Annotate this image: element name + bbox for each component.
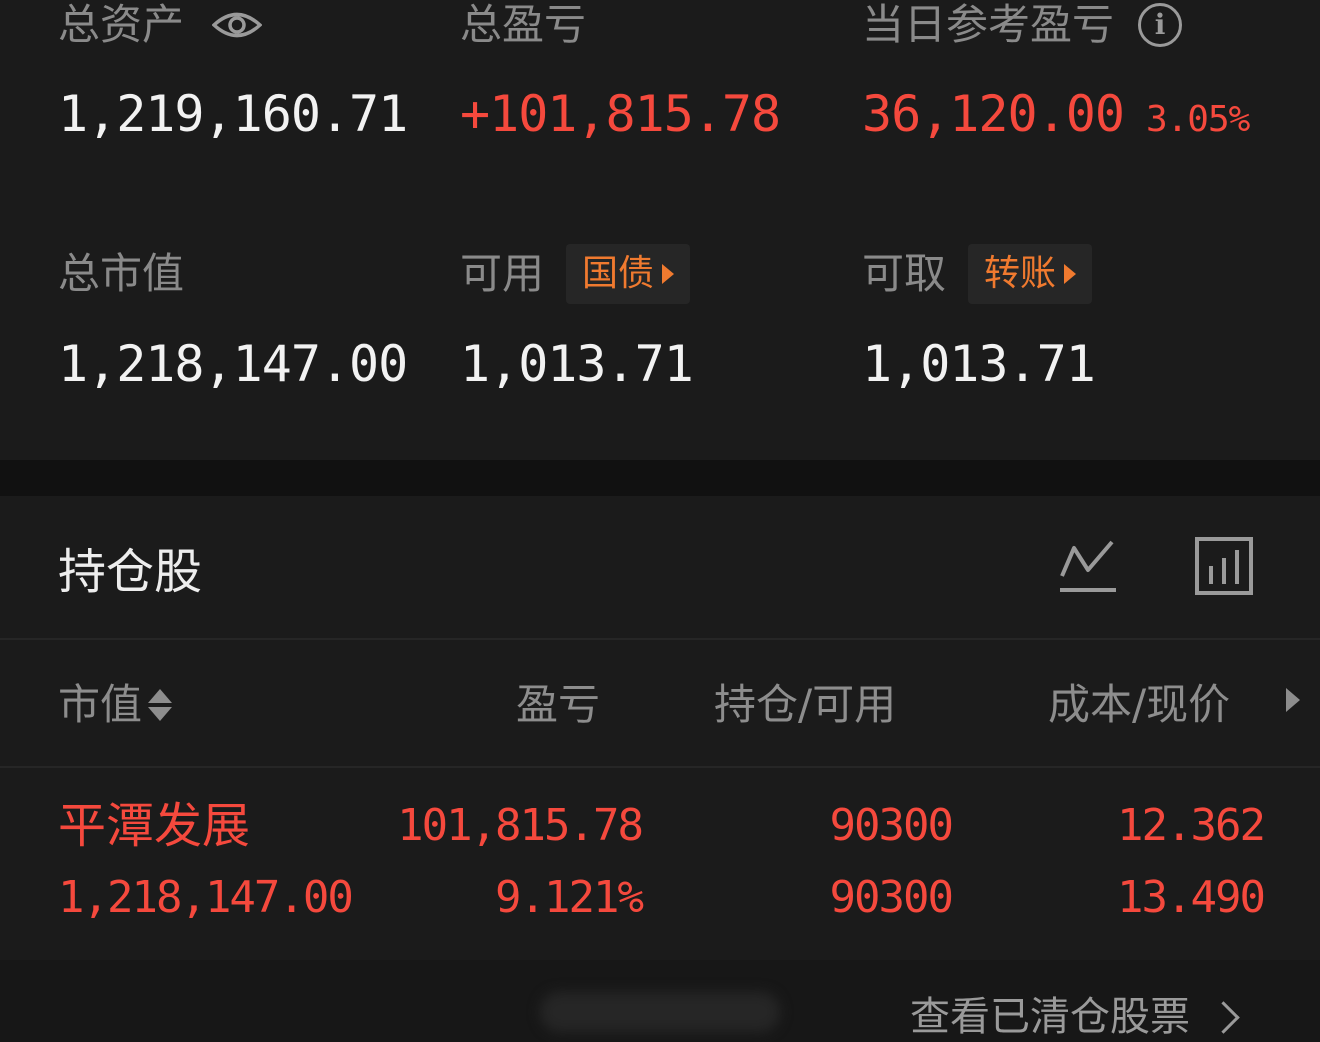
daily-pnl-percent: 3.05% [1145,99,1250,140]
eye-icon[interactable] [212,8,263,42]
trading-account-page: 总资产 1,219,160.71 总盈亏 +101,815.78 当日参考盈亏 … [0,0,1320,1042]
column-market-value[interactable]: 市值 [58,680,173,730]
available-label: 可用 [460,249,545,298]
line-chart-icon[interactable] [1058,536,1118,596]
view-cleared-stocks-label: 查看已清仓股票 [910,994,1190,1040]
withdrawable-value: 1,013.71 [862,335,1096,393]
divider [0,638,1320,640]
view-cleared-stocks-link[interactable]: 查看已清仓股票 [910,992,1240,1042]
market-value-label: 总市值 [58,249,185,298]
market-value-block: 总市值 1,218,147.00 [58,244,408,394]
scroll-right-icon[interactable] [1286,688,1300,712]
column-cost-price[interactable]: 成本/现价 [1048,680,1230,730]
account-summary: 总资产 1,219,160.71 总盈亏 +101,815.78 当日参考盈亏 … [0,0,1320,460]
treasury-bond-label: 国债 [582,253,655,294]
total-assets-value: 1,219,160.71 [58,85,408,143]
daily-pnl-value: 36,120.00 [862,85,1125,143]
total-pnl-label: 总盈亏 [460,0,587,49]
holdings-title: 持仓股 [58,544,203,600]
sort-icon[interactable] [148,689,173,721]
column-position[interactable]: 持仓/可用 [714,680,896,730]
transfer-label: 转账 [984,253,1057,294]
total-pnl-value: +101,815.78 [460,85,781,143]
stock-market-value: 1,218,147.00 [58,872,354,923]
available-value: 1,013.71 [460,335,694,393]
available-block: 可用 国债 1,013.71 [460,244,694,394]
info-icon[interactable]: i [1138,3,1183,47]
withdrawable-label: 可取 [862,249,947,298]
stock-cost: 12.362 [1117,800,1266,851]
stock-price: 13.490 [1117,872,1266,923]
stock-available: 90300 [829,872,954,923]
chevron-right-icon [1207,1000,1240,1034]
withdrawable-block: 可取 转账 1,013.71 [862,244,1096,394]
daily-pnl-block: 当日参考盈亏 i 36,120.00 3.05% [862,0,1250,150]
stock-position: 90300 [829,800,954,851]
section-divider [0,460,1320,496]
total-assets-block: 总资产 1,219,160.71 [58,0,408,144]
market-value-value: 1,218,147.00 [58,335,408,393]
table-row[interactable]: 平潭发展 1,218,147.00 101,815.78 9.121% 9030… [0,768,1320,958]
stock-name: 平潭发展 [58,798,251,854]
bar-chart-icon[interactable] [1194,536,1254,596]
daily-pnl-label: 当日参考盈亏 [862,0,1115,49]
triangle-right-icon [1064,264,1077,284]
transfer-button[interactable]: 转账 [968,244,1093,304]
holdings-section: 持仓股 市值 盈亏 持仓/可用 成本/现价 平潭发展 1,218,147.00 … [0,496,1320,1042]
total-assets-label: 总资产 [58,0,185,49]
treasury-bond-button[interactable]: 国债 [566,244,691,304]
column-market-value-label: 市值 [58,680,143,729]
column-pnl[interactable]: 盈亏 [516,680,600,730]
total-pnl-block: 总盈亏 +101,815.78 [460,0,781,144]
stock-pnl-percent: 9.121% [495,872,644,923]
stock-pnl: 101,815.78 [397,800,644,851]
blurred-watermark [540,992,780,1032]
triangle-right-icon [662,264,675,284]
